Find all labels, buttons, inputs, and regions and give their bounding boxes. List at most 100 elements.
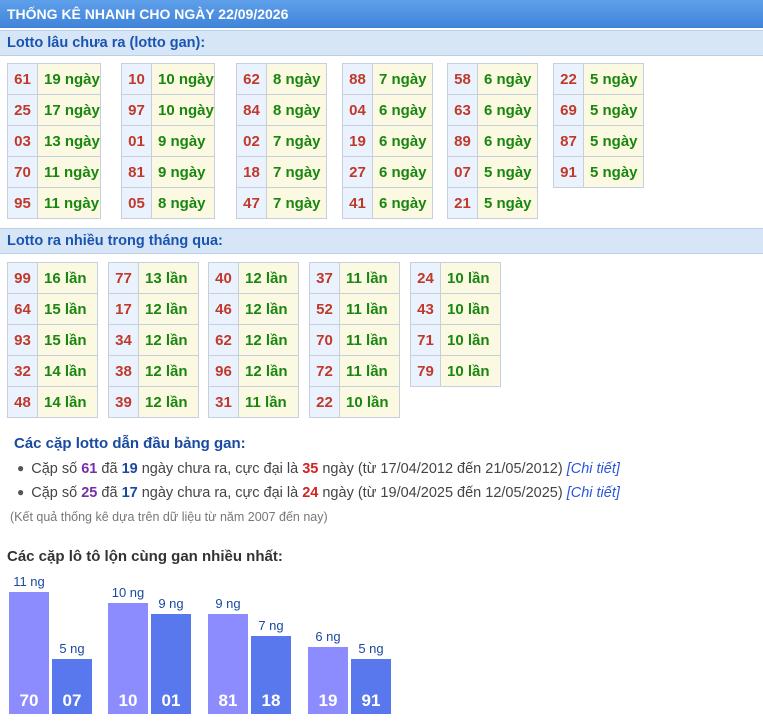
gan-number: 27 bbox=[342, 156, 373, 188]
gan-group: 58 6 ngày 63 6 ngày 89 6 ngày 07 5 ngày 21 5 ngày bbox=[447, 63, 538, 219]
detail-link[interactable]: [Chi tiết] bbox=[567, 461, 620, 477]
gan-number: 18 bbox=[236, 156, 267, 188]
gan-count: 7 ngày bbox=[266, 125, 327, 157]
chart-bar: 91 bbox=[351, 659, 391, 714]
nhieu-number: 48 bbox=[7, 386, 38, 418]
nhieu-group: 77 13 lần 17 12 lần 34 12 lần 38 12 lần 39 12 lần bbox=[108, 262, 199, 418]
nhieu-number: 40 bbox=[208, 262, 239, 294]
nhieu-count: 10 lần bbox=[440, 293, 501, 325]
bar-number-label: 81 bbox=[218, 691, 238, 710]
nhieu-number: 71 bbox=[410, 324, 441, 356]
leader-item: ● Cặp số 61 đã 19 ngày chưa ra, cực đại l… bbox=[17, 461, 620, 477]
nhieu-number: 99 bbox=[7, 262, 38, 294]
gan-count: 8 ngày bbox=[266, 94, 327, 126]
gan-number: 69 bbox=[553, 94, 584, 126]
gan-number: 47 bbox=[236, 187, 267, 219]
detail-link[interactable]: [Chi tiết] bbox=[567, 485, 620, 501]
gan-row: 87 5 ngày bbox=[553, 125, 644, 157]
gan-number: 25 bbox=[7, 94, 38, 126]
gan-count: 7 ngày bbox=[266, 156, 327, 188]
gan-number: 89 bbox=[447, 125, 478, 157]
nhieu-count: 10 lần bbox=[440, 324, 501, 356]
gan-count: 6 ngày bbox=[372, 156, 433, 188]
nhieu-number: 79 bbox=[410, 355, 441, 387]
nhieu-number: 93 bbox=[7, 324, 38, 356]
gan-count: 5 ngày bbox=[583, 156, 644, 188]
gan-row: 81 9 ngày bbox=[121, 156, 215, 188]
gan-count: 7 ngày bbox=[372, 63, 433, 95]
nhieu-number: 24 bbox=[410, 262, 441, 294]
gan-group: 22 5 ngày 69 5 ngày 87 5 ngày 91 5 ngày bbox=[553, 63, 644, 188]
gan-row: 84 8 ngày bbox=[236, 94, 327, 126]
gan-count: 6 ngày bbox=[372, 94, 433, 126]
gan-row: 25 17 ngày bbox=[7, 94, 101, 126]
nhieu-count: 11 lần bbox=[339, 262, 400, 294]
gan-count: 6 ngày bbox=[477, 94, 538, 126]
nhieu-count: 12 lần bbox=[138, 386, 199, 418]
gan-row: 62 8 ngày bbox=[236, 63, 327, 95]
bar-number-label: 91 bbox=[361, 691, 381, 710]
nhieu-count: 12 lần bbox=[238, 293, 299, 325]
nhieu-count: 12 lần bbox=[138, 355, 199, 387]
nhieu-count: 11 lần bbox=[238, 386, 299, 418]
nhieu-row: 72 11 lần bbox=[309, 355, 400, 387]
nhieu-count: 16 lần bbox=[37, 262, 98, 294]
nhieu-row: 38 12 lần bbox=[108, 355, 199, 387]
data-note: (Kết quả thống kê dựa trên dữ liệu từ nă… bbox=[10, 510, 328, 524]
nhieu-row: 79 10 lần bbox=[410, 355, 501, 387]
gan-row: 97 10 ngày bbox=[121, 94, 215, 126]
nhieu-number: 38 bbox=[108, 355, 139, 387]
nhieu-row: 32 14 lần bbox=[7, 355, 98, 387]
bullet-icon: ● bbox=[17, 485, 25, 499]
bar-number-label: 70 bbox=[19, 691, 39, 710]
gan-number: 21 bbox=[447, 187, 478, 219]
gan-row: 89 6 ngày bbox=[447, 125, 538, 157]
gan-row: 69 5 ngày bbox=[553, 94, 644, 126]
gan-number: 01 bbox=[121, 125, 152, 157]
nhieu-group: 37 11 lần 52 11 lần 70 11 lần 72 11 lần 22 10 lần bbox=[309, 262, 400, 418]
nhieu-row: 99 16 lần bbox=[7, 262, 98, 294]
nhieu-number: 39 bbox=[108, 386, 139, 418]
nhieu-count: 12 lần bbox=[238, 262, 299, 294]
nhieu-number: 52 bbox=[309, 293, 340, 325]
bar-value-label: 9 ng bbox=[158, 596, 184, 611]
gan-row: 04 6 ngày bbox=[342, 94, 433, 126]
nhieu-count: 15 lần bbox=[37, 293, 98, 325]
gan-count: 5 ngày bbox=[583, 94, 644, 126]
gan-group: 62 8 ngày 84 8 ngày 02 7 ngày 18 7 ngày 47 7 ngày bbox=[236, 63, 327, 219]
gan-number: 95 bbox=[7, 187, 38, 219]
nhieu-count: 12 lần bbox=[238, 324, 299, 356]
nhieu-row: 46 12 lần bbox=[208, 293, 299, 325]
gan-count: 6 ngày bbox=[372, 125, 433, 157]
bar-value-label: 11 ng bbox=[13, 574, 45, 589]
nhieu-count: 10 lần bbox=[440, 355, 501, 387]
nhieu-count: 11 lần bbox=[339, 355, 400, 387]
nhieu-count: 10 lần bbox=[440, 262, 501, 294]
nhieu-group: 99 16 lần 64 15 lần 93 15 lần 32 14 lần 48 14 lần bbox=[7, 262, 98, 418]
gan-row: 95 11 ngày bbox=[7, 187, 101, 219]
nhieu-number: 17 bbox=[108, 293, 139, 325]
nhieu-number: 72 bbox=[309, 355, 340, 387]
gan-number: 10 bbox=[121, 63, 152, 95]
nhieu-row: 77 13 lần bbox=[108, 262, 199, 294]
gan-row: 41 6 ngày bbox=[342, 187, 433, 219]
nhieu-number: 37 bbox=[309, 262, 340, 294]
nhieu-group: 24 10 lần 43 10 lần 71 10 lần 79 10 lần bbox=[410, 262, 501, 387]
gan-number: 63 bbox=[447, 94, 478, 126]
gan-count: 6 ngày bbox=[477, 125, 538, 157]
nhieu-number: 34 bbox=[108, 324, 139, 356]
gan-count: 5 ngày bbox=[583, 125, 644, 157]
nhieu-row: 24 10 lần bbox=[410, 262, 501, 294]
bar-number-label: 07 bbox=[62, 691, 82, 710]
nhieu-number: 70 bbox=[309, 324, 340, 356]
gan-count: 10 ngày bbox=[151, 63, 215, 95]
nhieu-count: 10 lần bbox=[339, 386, 400, 418]
bar-number-label: 10 bbox=[118, 691, 138, 710]
nhieu-number: 43 bbox=[410, 293, 441, 325]
nhieu-row: 96 12 lần bbox=[208, 355, 299, 387]
nhieu-row: 34 12 lần bbox=[108, 324, 199, 356]
chart-title: Các cặp lô tô lộn cùng gan nhiều nhất: bbox=[7, 548, 283, 565]
page-title: THỐNG KÊ NHANH CHO NGÀY 22/09/2026 bbox=[0, 0, 763, 28]
nhieu-row: 40 12 lần bbox=[208, 262, 299, 294]
gan-count: 10 ngày bbox=[151, 94, 215, 126]
